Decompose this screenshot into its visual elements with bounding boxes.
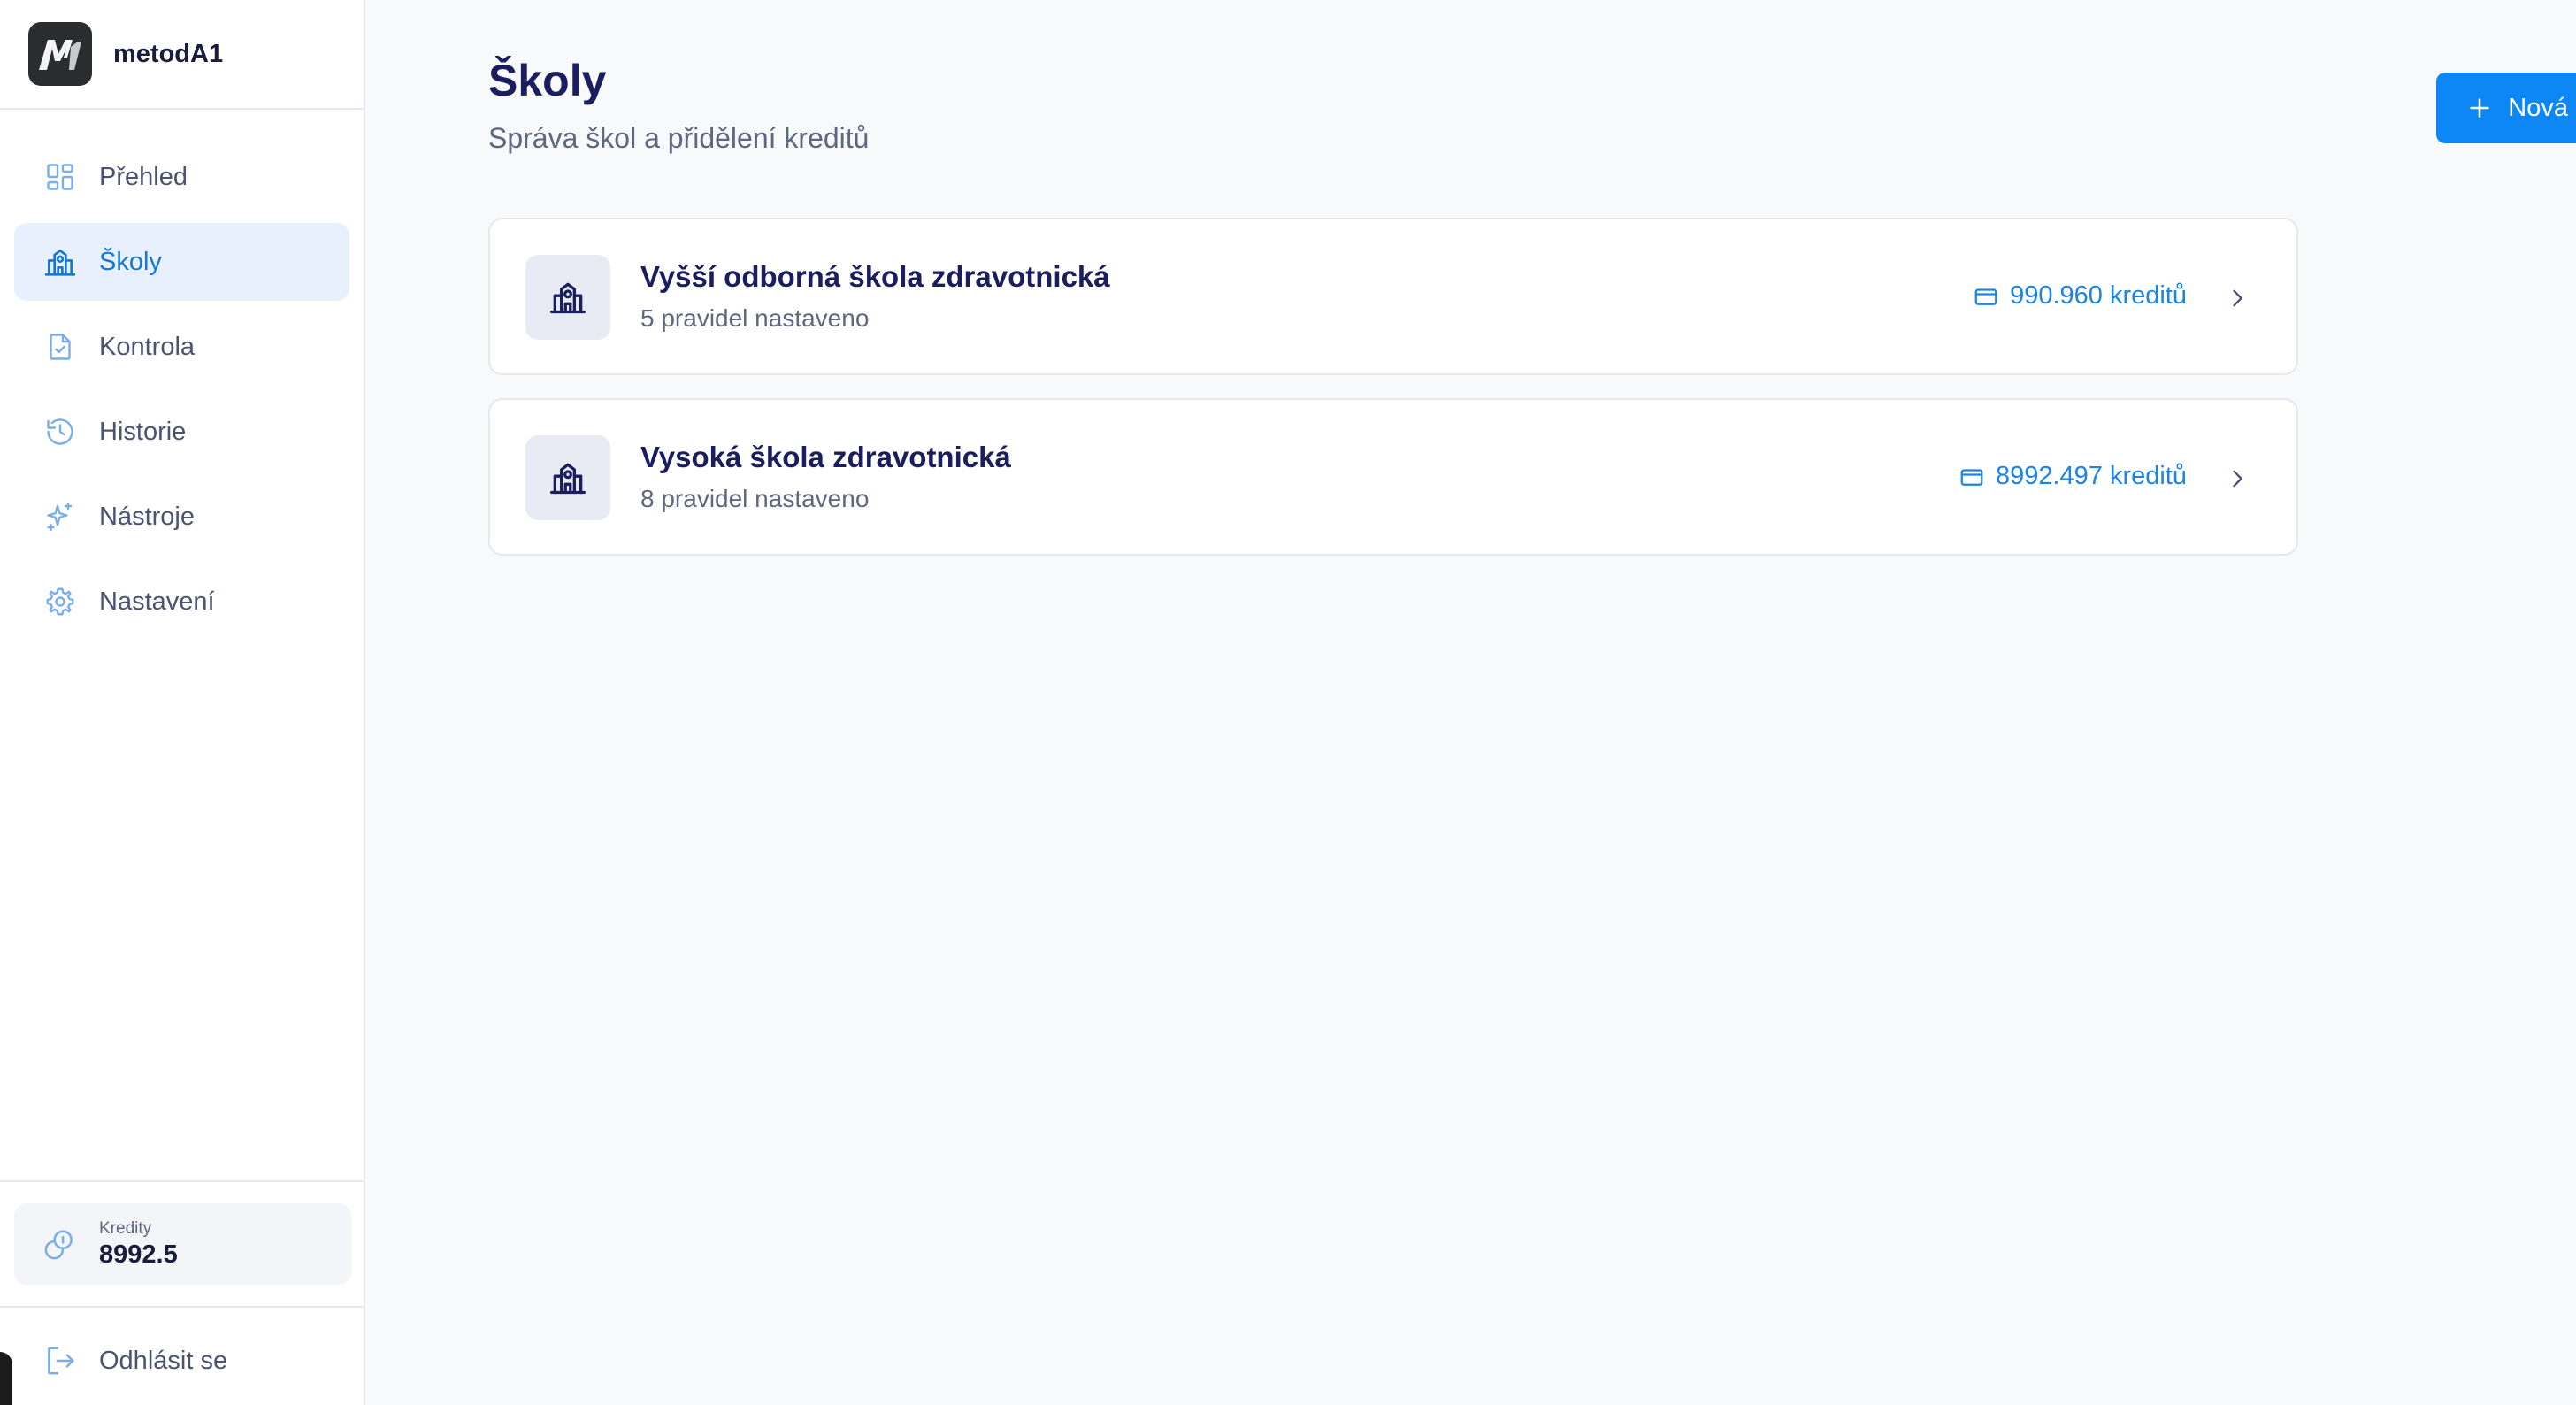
sidebar-item-nastroje[interactable]: Nástroje (14, 478, 349, 556)
sidebar-item-label: Kontrola (99, 332, 196, 361)
school-credits-value: 990.960 kreditů (2010, 281, 2187, 310)
new-school-label: Nová škola (2508, 93, 2576, 122)
brand-name: metodA1 (113, 39, 224, 68)
file-check-icon (42, 329, 78, 365)
history-icon (42, 414, 78, 449)
sidebar-item-historie[interactable]: Historie (14, 393, 349, 471)
logout-label: Odhlásit se (99, 1346, 228, 1375)
sidebar-item-label: Školy (99, 247, 162, 276)
sidebar-item-label: Nastavení (99, 587, 215, 616)
sparkles-icon (42, 499, 78, 534)
school-credits: 8992.497 kreditů (1959, 462, 2187, 491)
school-icon (525, 435, 610, 520)
logout-icon (42, 1343, 78, 1378)
chevron-right-icon[interactable] (2224, 465, 2250, 492)
sidebar-item-skoly[interactable]: Školy (14, 223, 349, 301)
sidebar-item-label: Historie (99, 417, 187, 446)
logout-button[interactable]: Odhlásit se (14, 1322, 351, 1400)
credits-balance: Kredity 8992.5 (14, 1203, 351, 1285)
coins-icon (42, 1226, 78, 1262)
page-subtitle: Správa škol a přidělení kreditů (488, 122, 870, 154)
credit-card-icon (1973, 283, 1999, 310)
gear-icon (42, 584, 78, 619)
credits-label: Kredity (99, 1218, 152, 1238)
school-name: Vysoká škola zdravotnická (640, 441, 1011, 473)
school-card[interactable]: Vyšší odborná škola zdravotnická 5 pravi… (488, 218, 2298, 375)
sidebar-nav: Přehled Školy Kontrola Historie Nástroje… (0, 110, 364, 641)
main-content: Školy Správa škol a přidělení kreditů No… (365, 0, 2576, 1405)
sidebar: metodA1 Přehled Školy Kontrola Historie … (0, 0, 365, 1405)
logo-mark-icon (39, 40, 81, 70)
sidebar-item-kontrola[interactable]: Kontrola (14, 308, 349, 386)
credits-text: Kredity 8992.5 (99, 1219, 178, 1270)
school-name: Vyšší odborná škola zdravotnická (640, 260, 1110, 293)
school-credits-value: 8992.497 kreditů (1995, 462, 2187, 490)
window-corner (0, 1352, 12, 1405)
sidebar-item-prehled[interactable]: Přehled (14, 138, 349, 216)
divider (0, 1306, 364, 1308)
chevron-right-icon[interactable] (2224, 285, 2250, 311)
brand-logo[interactable] (28, 22, 92, 86)
divider (0, 1180, 364, 1182)
school-icon (42, 244, 78, 280)
school-rules-count: 5 pravidel nastaveno (640, 304, 870, 332)
new-school-button[interactable]: Nová škola (2436, 73, 2576, 143)
credits-value: 8992.5 (99, 1240, 178, 1269)
app-window: metodA1 Přehled Školy Kontrola Historie … (0, 0, 2576, 1405)
sidebar-item-label: Nástroje (99, 502, 195, 531)
page-title: Školy (488, 56, 607, 105)
sidebar-item-nastaveni[interactable]: Nastavení (14, 563, 349, 641)
plus-icon (2467, 96, 2492, 120)
school-rules-count: 8 pravidel nastaveno (640, 485, 870, 512)
school-credits: 990.960 kreditů (1973, 281, 2187, 311)
grid-icon (42, 159, 78, 195)
school-icon (525, 255, 610, 340)
credit-card-icon (1959, 464, 1985, 490)
sidebar-item-label: Přehled (99, 162, 188, 191)
brand-header: metodA1 (0, 0, 364, 110)
school-card[interactable]: Vysoká škola zdravotnická 8 pravidel nas… (488, 398, 2298, 556)
